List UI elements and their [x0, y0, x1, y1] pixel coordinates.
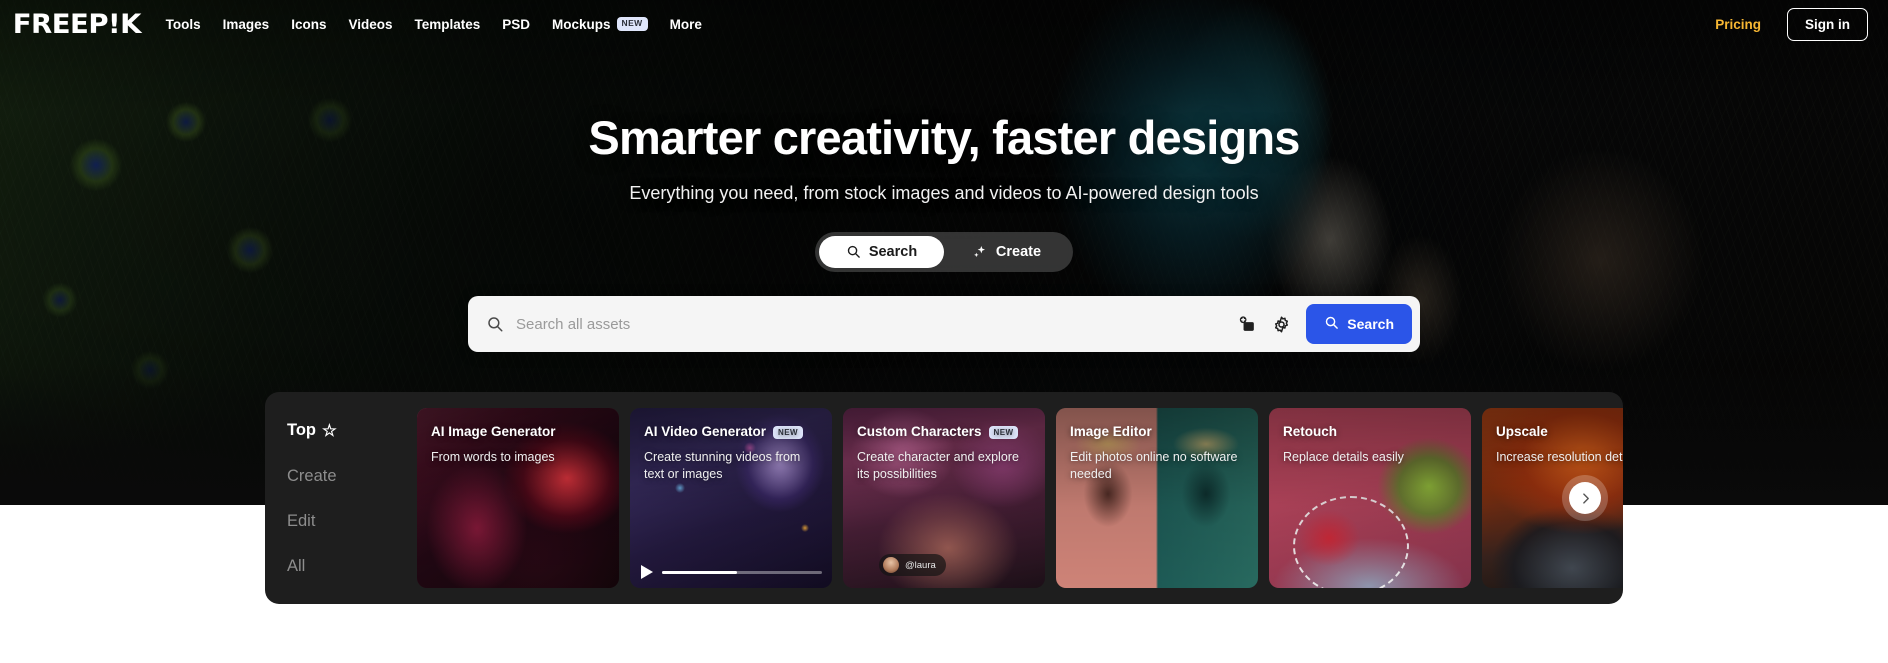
card-subtitle: Increase resolution details: [1496, 450, 1623, 465]
card-title-row: Image Editor: [1070, 424, 1246, 440]
search-input[interactable]: [516, 315, 1231, 333]
page-title: Smarter creativity, faster designs: [588, 111, 1300, 164]
card-subtitle: Create character and explore its possibi…: [857, 450, 1019, 482]
card-subtitle: Edit photos online no software needed: [1070, 450, 1238, 482]
search-icon: [846, 244, 861, 259]
nav-label: Tools: [165, 16, 201, 32]
tool-card[interactable]: Retouch Replace details easily: [1269, 408, 1471, 588]
video-progress-fill: [662, 570, 738, 574]
card-text: Upscale Increase resolution details: [1496, 424, 1623, 466]
mode-tab-search[interactable]: Search: [819, 235, 944, 268]
category-label: Edit: [287, 511, 316, 530]
nav-item-psd[interactable]: PSD: [502, 17, 530, 32]
card-title: AI Video Generator: [644, 424, 767, 439]
nav-label: Icons: [291, 16, 327, 32]
tools-carousel-panel: Top ☆ Create Edit All AI Image Generator: [265, 392, 1623, 604]
author-handle: @laura: [905, 559, 936, 571]
card-subtitle: From words to images: [431, 450, 555, 465]
carousel-cards: AI Image Generator From words to images …: [417, 408, 1623, 588]
carousel-category-edit[interactable]: Edit: [287, 512, 397, 531]
search-submit-label: Search: [1347, 316, 1394, 332]
nav-label: Videos: [348, 16, 393, 32]
mode-tab-label: Search: [868, 243, 918, 260]
card-title-row: Upscale: [1496, 424, 1623, 440]
nav-label: Templates: [414, 16, 481, 32]
tool-card[interactable]: Image Editor Edit photos online no softw…: [1056, 408, 1258, 588]
card-text: Retouch Replace details easily: [1283, 424, 1459, 466]
gear-icon[interactable]: [1264, 307, 1298, 341]
page-subtitle: Everything you need, from stock images a…: [629, 182, 1259, 203]
tool-card[interactable]: AI Video Generator NEW Create stunning v…: [630, 408, 832, 588]
nav-item-mockups[interactable]: Mockups NEW: [552, 17, 648, 32]
category-label: Create: [287, 466, 337, 485]
sparkles-icon: [972, 244, 988, 260]
pricing-link[interactable]: Pricing: [1715, 17, 1761, 32]
card-title: Upscale: [1496, 424, 1548, 439]
carousel-category-create[interactable]: Create: [287, 467, 397, 486]
card-title-row: AI Image Generator: [431, 424, 607, 440]
card-subtitle: Replace details easily: [1283, 450, 1404, 465]
nav-label: PSD: [502, 16, 531, 32]
search-icon: [1324, 315, 1339, 333]
new-badge: NEW: [773, 425, 803, 439]
card-title-row: Retouch: [1283, 424, 1459, 440]
freepik-homepage: FREEP!K Tools Images Icons Videos Templa…: [0, 0, 1888, 663]
nav-item-icons[interactable]: Icons: [291, 17, 326, 32]
search-icon: [486, 315, 504, 333]
avatar: [883, 557, 899, 573]
category-label: All: [287, 556, 306, 575]
card-title: Custom Characters: [857, 424, 982, 439]
star-icon: ☆: [322, 421, 337, 440]
tool-card[interactable]: Upscale Increase resolution details: [1482, 408, 1623, 588]
tool-card[interactable]: AI Image Generator From words to images: [417, 408, 619, 588]
card-title-row: Custom Characters NEW: [857, 424, 1033, 440]
mode-toggle-group: Search Create: [815, 231, 1073, 272]
nav-item-images[interactable]: Images: [223, 17, 270, 32]
card-title: Image Editor: [1070, 424, 1152, 439]
card-text: Custom Characters NEW Create character a…: [857, 424, 1033, 483]
nav-item-templates[interactable]: Templates: [414, 17, 480, 32]
card-title: Retouch: [1283, 424, 1337, 439]
nav-label: More: [669, 16, 702, 32]
topbar-right-actions: Pricing Sign in: [1715, 7, 1868, 41]
search-submit-button[interactable]: Search: [1306, 304, 1412, 344]
card-text: Image Editor Edit photos online no softw…: [1070, 424, 1246, 483]
carousel-category-all[interactable]: All: [287, 557, 397, 576]
search-bar: Search: [468, 296, 1420, 352]
card-text: AI Video Generator NEW Create stunning v…: [644, 424, 820, 483]
nav-label: Images: [222, 16, 270, 32]
nav-item-tools[interactable]: Tools: [166, 17, 201, 32]
tool-card[interactable]: Custom Characters NEW Create character a…: [843, 408, 1045, 588]
mode-tab-label: Create: [995, 243, 1042, 260]
author-watermark: @laura: [879, 554, 946, 576]
carousel-category-list: Top ☆ Create Edit All: [287, 408, 397, 588]
card-text: AI Image Generator From words to images: [431, 424, 607, 466]
card-subtitle: Create stunning videos from text or imag…: [644, 450, 801, 482]
nav-item-more[interactable]: More: [670, 17, 702, 32]
new-badge: NEW: [616, 17, 648, 31]
play-icon[interactable]: [640, 564, 654, 580]
category-label: Top: [287, 421, 317, 439]
main-nav: Tools Images Icons Videos Templates PSD …: [166, 17, 702, 32]
sign-in-button[interactable]: Sign in: [1787, 7, 1868, 41]
top-navigation-bar: FREEP!K Tools Images Icons Videos Templa…: [0, 0, 1888, 48]
video-controls: [630, 564, 832, 580]
card-title-row: AI Video Generator NEW: [644, 424, 820, 440]
nav-label: Mockups: [552, 16, 611, 32]
add-image-icon[interactable]: [1230, 307, 1264, 341]
mode-tab-create[interactable]: Create: [944, 236, 1069, 268]
card-title: AI Image Generator: [431, 424, 556, 439]
new-badge: NEW: [988, 425, 1019, 439]
freepik-logo[interactable]: FREEP!K: [13, 11, 142, 38]
carousel-next-button[interactable]: [1569, 482, 1601, 514]
video-progress-bar[interactable]: [662, 570, 822, 574]
nav-item-videos[interactable]: Videos: [348, 17, 392, 32]
carousel-category-top[interactable]: Top ☆: [287, 421, 397, 441]
